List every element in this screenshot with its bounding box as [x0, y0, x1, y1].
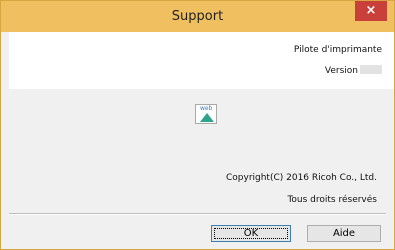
window-title: Support: [171, 9, 224, 24]
rights-text: Tous droits réservés: [287, 195, 377, 205]
web-icon-graphic: [200, 113, 214, 122]
ok-button[interactable]: OK: [211, 225, 291, 242]
help-button[interactable]: Aide: [307, 225, 381, 242]
version-line: Version: [325, 65, 382, 76]
focus-ring: [214, 228, 288, 239]
version-label: Version: [324, 66, 358, 76]
close-icon: ×: [365, 3, 377, 18]
web-link-icon[interactable]: web: [195, 104, 217, 124]
copyright-text: Copyright(C) 2016 Ricoh Co., Ltd.: [225, 173, 377, 183]
version-value-redacted: [360, 65, 382, 74]
web-icon-label: web: [200, 105, 213, 112]
help-label: Aide: [332, 228, 356, 239]
product-name: Pilote d'imprimante: [293, 45, 382, 55]
info-panel: Pilote d'imprimante Version: [9, 32, 394, 89]
close-button[interactable]: ×: [355, 1, 387, 21]
divider: [9, 213, 386, 215]
support-dialog: Support × Pilote d'imprimante Version we…: [0, 0, 395, 250]
title-bar[interactable]: Support ×: [1, 1, 394, 32]
